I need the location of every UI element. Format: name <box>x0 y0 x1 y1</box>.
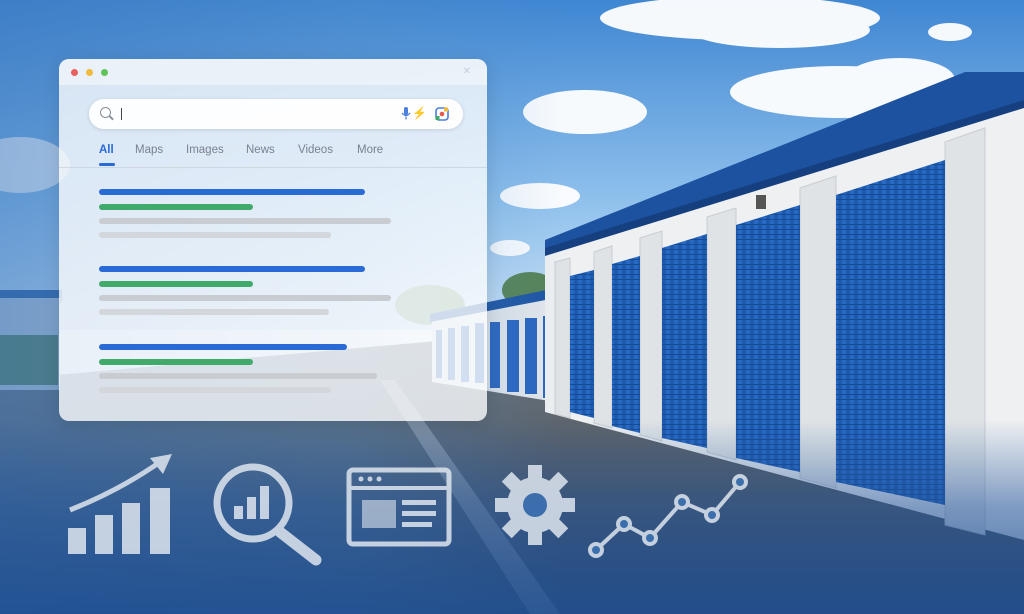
result-title-line[interactable] <box>99 344 347 350</box>
maximize-dot-icon[interactable] <box>101 69 108 76</box>
tab-news[interactable]: News <box>246 144 275 156</box>
result-snippet-line <box>99 232 331 238</box>
tab-more[interactable]: More <box>357 144 383 156</box>
result-url-line <box>99 359 253 365</box>
result-snippet-line <box>99 387 331 393</box>
tab-videos[interactable]: Videos <box>298 144 333 156</box>
search-browser-window: ✕ ⚡ All Maps Images News Videos More <box>59 59 487 421</box>
result-snippet-line <box>99 373 377 379</box>
result-url-line <box>99 204 253 210</box>
sparkle-icon[interactable]: ⚡ <box>412 106 427 120</box>
browser-titlebar: ✕ <box>59 59 487 85</box>
close-dot-icon[interactable] <box>71 69 78 76</box>
result-url-line <box>99 281 253 287</box>
minimize-dot-icon[interactable] <box>86 69 93 76</box>
text-caret <box>121 108 122 120</box>
microphone-icon[interactable] <box>401 107 411 121</box>
search-input[interactable]: ⚡ <box>89 99 463 129</box>
result-snippet-line <box>99 309 329 315</box>
tab-all[interactable]: All <box>99 144 114 156</box>
result-snippet-line <box>99 295 391 301</box>
active-tab-indicator <box>99 163 115 166</box>
close-tab-icon[interactable]: ✕ <box>463 66 471 77</box>
search-icon <box>100 107 111 118</box>
lens-icon[interactable] <box>435 107 449 121</box>
tabs-divider <box>59 167 487 168</box>
tab-maps[interactable]: Maps <box>135 144 163 156</box>
tab-images[interactable]: Images <box>186 144 224 156</box>
result-title-line[interactable] <box>99 266 365 272</box>
result-title-line[interactable] <box>99 189 365 195</box>
result-snippet-line <box>99 218 391 224</box>
